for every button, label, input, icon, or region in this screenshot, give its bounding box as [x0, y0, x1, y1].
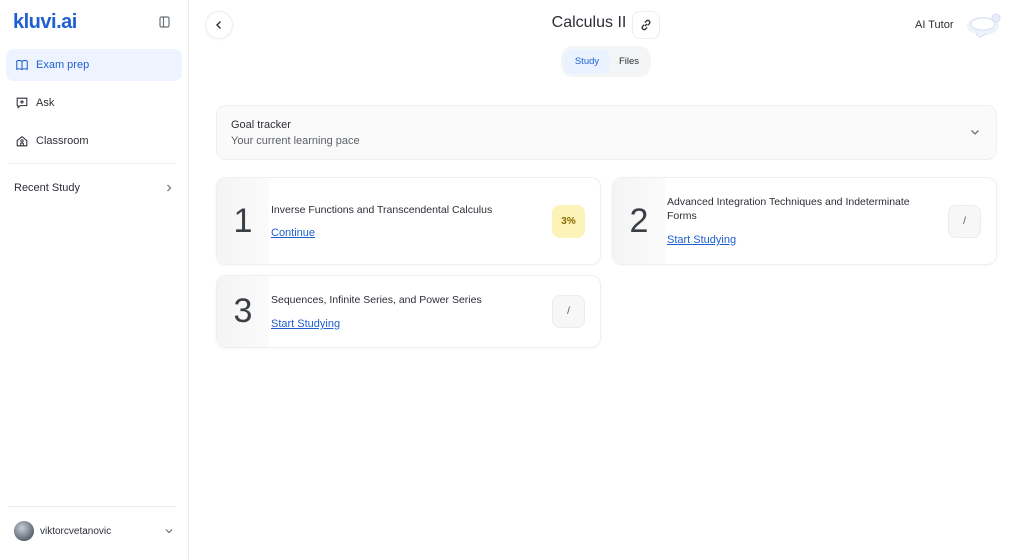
- chat-plus-icon: [16, 97, 28, 109]
- start-studying-link[interactable]: Start Studying: [271, 318, 340, 330]
- ai-tutor-label: AI Tutor: [915, 19, 954, 31]
- chevron-down-icon: [165, 529, 173, 534]
- chevron-left-icon: [216, 21, 221, 29]
- sidebar-toggle-icon[interactable]: [157, 14, 173, 30]
- view-tabs: Study Files: [561, 46, 651, 77]
- logo[interactable]: kluvi.ai: [13, 11, 77, 34]
- sidebar-item-classroom[interactable]: Classroom: [6, 125, 182, 157]
- sidebar-item-ask[interactable]: Ask: [6, 87, 182, 119]
- school-icon: [16, 136, 28, 147]
- unit-card[interactable]: 1 Inverse Functions and Transcendental C…: [216, 177, 601, 265]
- back-button[interactable]: [205, 11, 233, 39]
- tab-study[interactable]: Study: [564, 49, 610, 74]
- sidebar-divider: [8, 506, 176, 507]
- unit-title: Inverse Functions and Transcendental Cal…: [271, 204, 493, 216]
- unit-number-panel: 1: [217, 178, 269, 264]
- sidebar-divider: [8, 163, 176, 164]
- sidebar-item-label: Ask: [36, 97, 55, 109]
- unit-number-panel: 3: [217, 276, 269, 347]
- recent-study-label: Recent Study: [14, 182, 81, 194]
- sidebar-item-exam-prep[interactable]: Exam prep: [6, 49, 182, 81]
- recent-study-toggle[interactable]: Recent Study: [14, 182, 174, 194]
- unit-card[interactable]: 3 Sequences, Infinite Series, and Power …: [216, 275, 601, 348]
- sidebar-item-label: Exam prep: [36, 59, 90, 71]
- progress-badge: 3%: [552, 205, 585, 238]
- unit-card[interactable]: 2 Advanced Integration Techniques and In…: [612, 177, 997, 265]
- unit-title: Advanced Integration Techniques and Inde…: [667, 196, 910, 222]
- user-name: viktorcvetanovic: [40, 525, 112, 537]
- share-link-button[interactable]: [632, 11, 660, 39]
- ai-tutor-mascot-icon: [966, 13, 1001, 38]
- chevron-right-icon: [167, 184, 172, 192]
- unit-number: 3: [233, 292, 253, 330]
- goal-tracker-subtitle: Your current learning pace: [231, 135, 360, 147]
- progress-badge: /: [948, 205, 981, 238]
- unit-number: 2: [629, 201, 649, 240]
- goal-tracker-panel[interactable]: Goal tracker Your current learning pace: [216, 105, 997, 160]
- start-studying-link[interactable]: Start Studying: [667, 234, 736, 246]
- page-title: Calculus II: [551, 14, 627, 31]
- avatar: [14, 521, 34, 541]
- unit-number: 1: [233, 201, 253, 240]
- ai-tutor-button[interactable]: AI Tutor: [915, 10, 1002, 40]
- user-menu[interactable]: viktorcvetanovic: [14, 520, 174, 542]
- chevron-down-icon: [971, 130, 979, 135]
- sidebar: kluvi.ai Exam prep Ask Classroom Recent …: [0, 0, 189, 560]
- progress-badge: /: [552, 295, 585, 328]
- unit-title: Sequences, Infinite Series, and Power Se…: [271, 294, 482, 306]
- book-icon: [16, 59, 28, 71]
- tab-files[interactable]: Files: [610, 49, 648, 74]
- unit-number-panel: 2: [613, 178, 665, 264]
- goal-tracker-title: Goal tracker: [231, 119, 291, 131]
- link-icon: [641, 19, 651, 31]
- sidebar-item-label: Classroom: [36, 135, 89, 147]
- continue-link[interactable]: Continue: [271, 227, 315, 239]
